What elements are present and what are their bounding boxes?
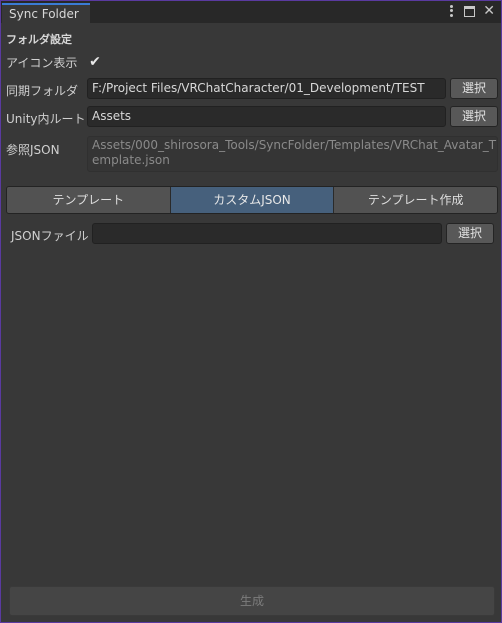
sync-folder-window: Sync Folder ✕ フォルダ設定 アイコン表示 ✔ 同期フォルダ F:/… <box>0 0 502 623</box>
generate-button[interactable]: 生成 <box>9 586 495 616</box>
window-titlebar: Sync Folder ✕ <box>1 1 501 24</box>
maximize-icon[interactable] <box>464 5 476 17</box>
json-file-label: JSONファイル <box>11 229 89 243</box>
sync-folder-field[interactable]: F:/Project Files/VRChatCharacter/01_Deve… <box>87 78 446 99</box>
title-icons: ✕ <box>446 4 495 18</box>
unity-root-field[interactable]: Assets <box>87 106 446 127</box>
kebab-menu-icon[interactable] <box>446 4 456 18</box>
ref-json-label: 参照JSON <box>6 143 60 157</box>
json-file-field[interactable] <box>92 223 442 244</box>
close-icon[interactable]: ✕ <box>483 4 495 18</box>
tab-template-create[interactable]: テンプレート作成 <box>334 187 497 213</box>
window-tab[interactable]: Sync Folder <box>2 3 90 24</box>
unity-root-label: Unity内ルート <box>6 112 86 126</box>
window-content: フォルダ設定 アイコン表示 ✔ 同期フォルダ F:/Project Files/… <box>1 23 501 622</box>
folder-settings-title: フォルダ設定 <box>6 33 72 46</box>
sync-folder-select-button[interactable]: 選択 <box>450 78 498 99</box>
tab-template[interactable]: テンプレート <box>7 187 171 213</box>
json-file-select-button[interactable]: 選択 <box>446 223 494 244</box>
unity-root-select-button[interactable]: 選択 <box>450 106 498 127</box>
tab-custom-json[interactable]: カスタムJSON <box>170 187 335 213</box>
ref-json-field: Assets/000_shirosora_Tools/SyncFolder/Te… <box>87 136 498 172</box>
icon-display-checkbox[interactable]: ✔ <box>87 54 103 70</box>
sync-folder-label: 同期フォルダ <box>6 84 79 98</box>
icon-display-label: アイコン表示 <box>6 56 78 70</box>
mode-tabs: テンプレート カスタムJSON テンプレート作成 <box>6 186 498 214</box>
